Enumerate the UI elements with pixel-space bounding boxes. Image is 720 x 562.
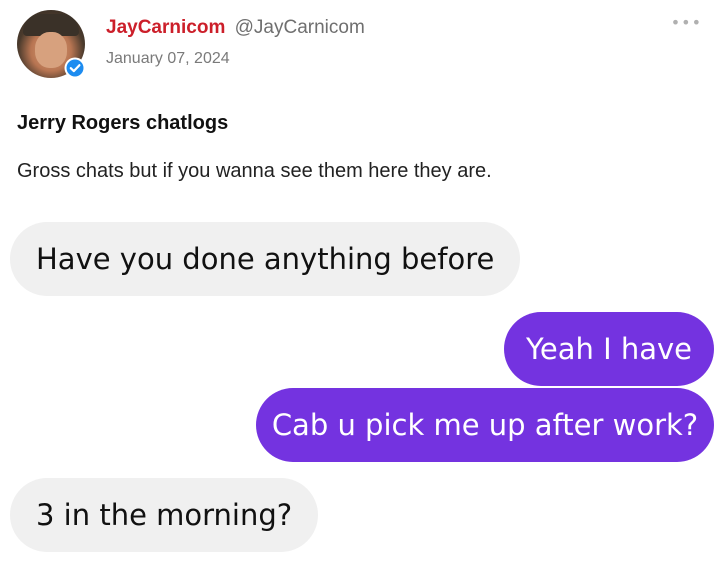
avatar-face — [35, 32, 67, 68]
message-text: 3 in the morning? — [36, 498, 293, 532]
verified-check-icon — [64, 57, 86, 79]
post-body: Gross chats but if you wanna see them he… — [17, 160, 492, 182]
author-name[interactable]: JayCarnicom — [106, 17, 225, 38]
author-handle[interactable]: @JayCarnicom — [235, 17, 365, 38]
chat-bubble-outgoing: Cab u pick me up after work? — [256, 388, 714, 462]
message-text: Have you done anything before — [36, 242, 495, 276]
more-options-icon[interactable]: ••• — [671, 13, 702, 32]
message-text: Cab u pick me up after work? — [271, 408, 699, 442]
post-date: January 07, 2024 — [106, 50, 230, 67]
post-title: Jerry Rogers chatlogs — [17, 112, 229, 134]
post-author: JayCarnicom @JayCarnicom — [106, 17, 365, 39]
chat-bubble-outgoing: Yeah I have — [504, 312, 714, 386]
chat-bubble-incoming: 3 in the morning? — [10, 478, 319, 552]
chat-bubble-incoming: Have you done anything before — [10, 222, 521, 296]
message-text: Yeah I have — [526, 332, 692, 366]
